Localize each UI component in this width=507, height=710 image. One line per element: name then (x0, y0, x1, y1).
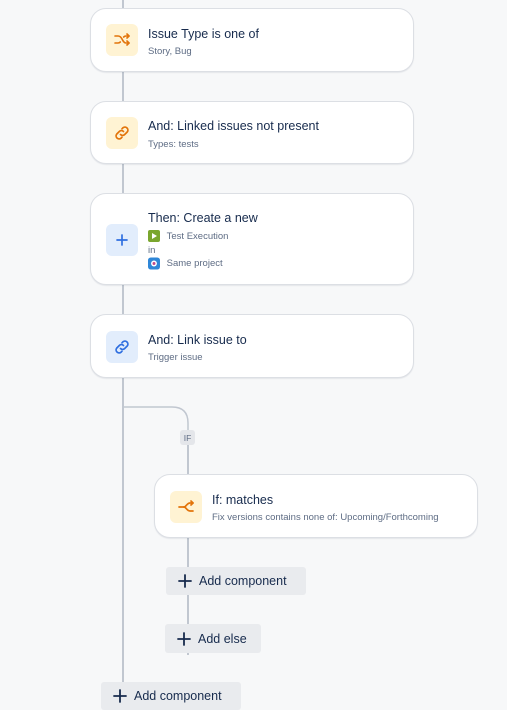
card-subtitle: Types: tests (148, 139, 199, 150)
card-subtitle: Fix versions contains none of: Upcoming/… (212, 512, 439, 523)
card-subtitle: Story, Bug (148, 46, 192, 57)
add-else-button[interactable]: Add else (165, 624, 261, 653)
issue-type-row: Test Execution (148, 230, 228, 242)
branch-add-component-button[interactable]: Add component (166, 567, 306, 595)
link-icon (106, 117, 138, 149)
plus-icon (178, 574, 192, 588)
card-title: Issue Type is one of (148, 27, 259, 41)
issue-type-label: Test Execution (166, 230, 229, 242)
project-row: Same project (148, 257, 223, 270)
branch-condition-card[interactable]: If: matches Fix versions contains none o… (154, 474, 478, 538)
button-label: Add else (198, 631, 247, 646)
plus-icon (177, 631, 191, 646)
action-card-link-issue[interactable]: And: Link issue to Trigger issue (90, 314, 414, 378)
project-avatar-icon (148, 257, 160, 270)
branch-connector (123, 406, 189, 455)
card-subtitle: Trigger issue (148, 352, 203, 363)
project-label: Same project (166, 257, 223, 269)
plus-icon (113, 689, 127, 703)
button-label: Add component (134, 689, 222, 703)
shuffle-icon (106, 24, 138, 56)
in-label: in (148, 245, 156, 256)
button-label: Add component (199, 574, 287, 588)
card-title: And: Linked issues not present (148, 119, 319, 133)
branch-icon (170, 491, 202, 523)
card-title: Then: Create a new (148, 211, 258, 225)
condition-card-linked-issues[interactable]: And: Linked issues not present Types: te… (90, 101, 414, 164)
test-execution-icon (148, 230, 160, 242)
card-title: And: Link issue to (148, 333, 247, 347)
condition-card-issue-type[interactable]: Issue Type is one of Story, Bug (90, 8, 414, 72)
card-title: If: matches (212, 493, 274, 507)
plus-icon (106, 224, 138, 256)
link-icon (106, 331, 138, 363)
add-component-button[interactable]: Add component (101, 682, 241, 710)
if-badge: IF (180, 430, 195, 445)
action-card-create-issue[interactable]: Then: Create a new Test Execution in Sam… (90, 193, 414, 285)
